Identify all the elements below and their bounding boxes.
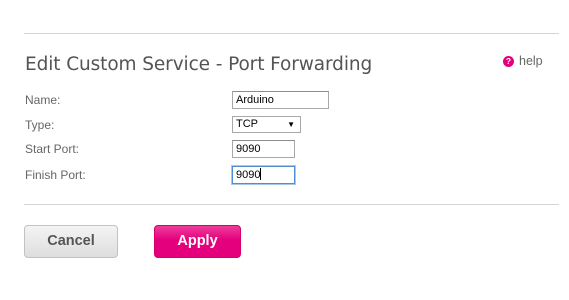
help-label[interactable]: help [519,54,543,68]
name-input[interactable]: Arduino [232,91,329,109]
apply-button[interactable]: Apply [154,225,241,258]
type-label: Type: [25,118,55,132]
type-select[interactable]: TCP ▼ [232,116,301,133]
name-label: Name: [25,93,61,107]
finish-port-label: Finish Port: [25,168,86,182]
cancel-button[interactable]: Cancel [24,225,118,258]
bottom-divider [24,204,559,205]
start-port-input-value: 9090 [236,143,261,155]
start-port-label: Start Port: [25,142,80,156]
text-cursor [260,168,262,180]
start-port-input[interactable]: 9090 [232,140,295,158]
name-input-value: Arduino [236,94,274,106]
dropdown-arrow-icon: ▼ [287,120,295,129]
type-select-value: TCP [236,118,258,130]
question-circle-icon[interactable]: ? [503,55,514,67]
finish-port-input[interactable]: 9090 [232,166,295,184]
help-link[interactable]: ? help [503,54,543,68]
top-divider [24,33,559,34]
page-title: Edit Custom Service - Port Forwarding [25,54,373,75]
finish-port-input-value: 9090 [236,169,261,181]
